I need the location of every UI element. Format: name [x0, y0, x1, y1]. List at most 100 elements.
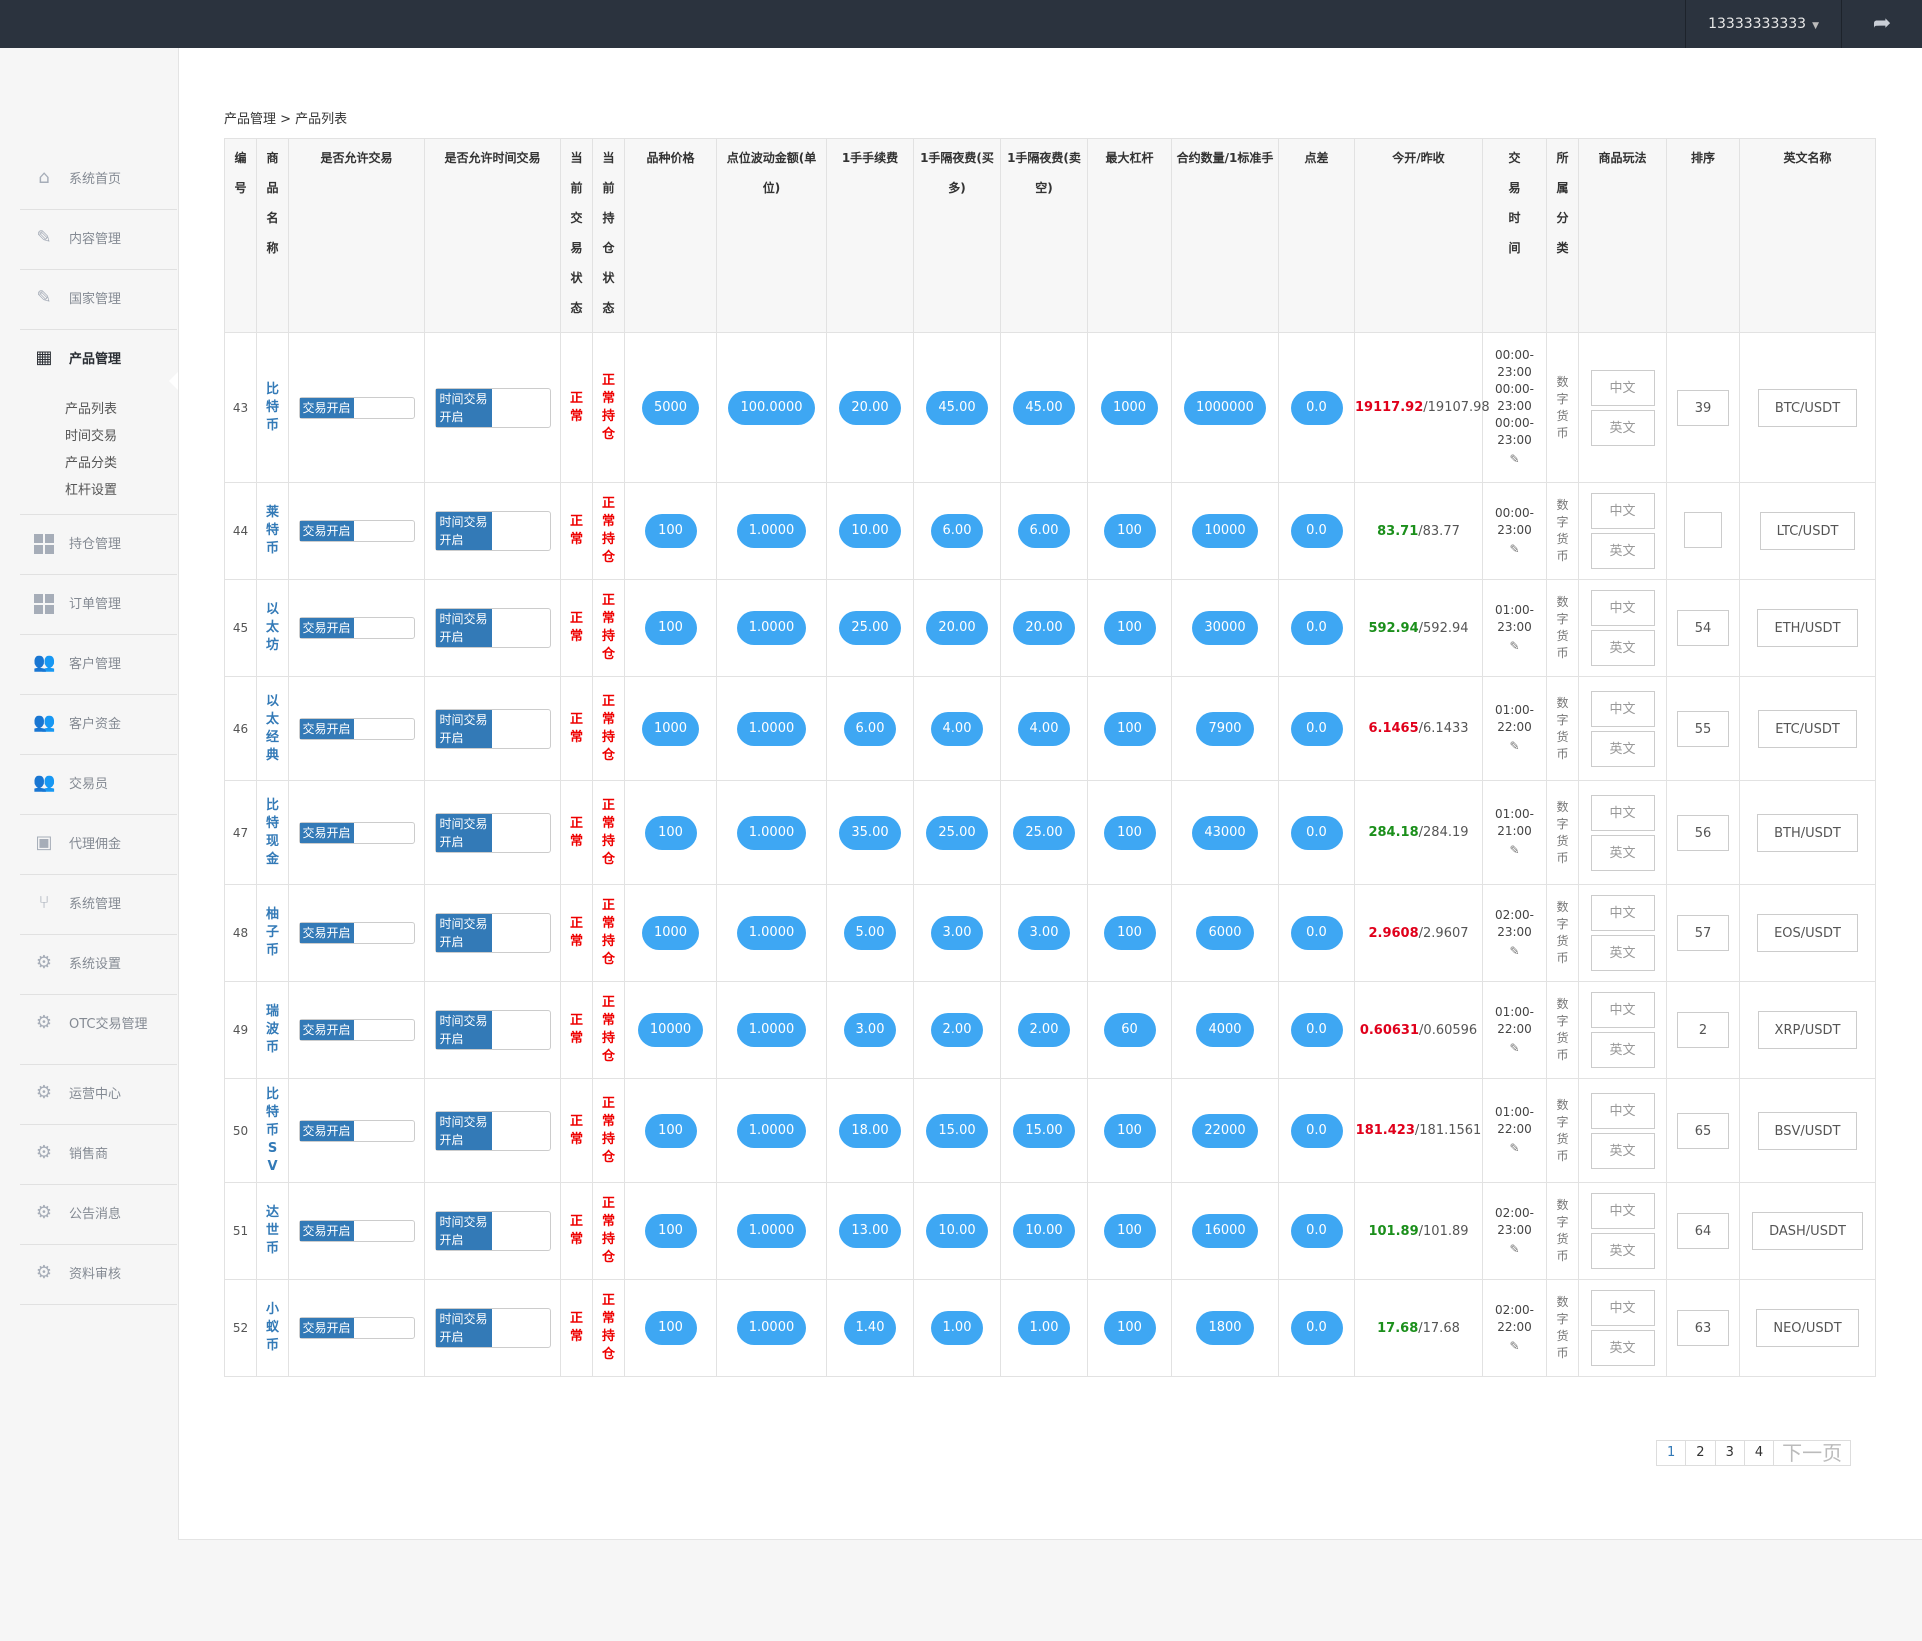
- english-name-input[interactable]: XRP/USDT: [1757, 1011, 1858, 1049]
- trade-toggle[interactable]: 交易开启: [298, 396, 415, 419]
- sell-fee-pill[interactable]: 4.00: [1017, 711, 1071, 746]
- trade-toggle[interactable]: 交易开启: [298, 1119, 415, 1142]
- spread-pill[interactable]: 0.0: [1290, 1013, 1343, 1047]
- price-pill[interactable]: 1000: [641, 916, 700, 950]
- buy-fee-pill[interactable]: 10.00: [926, 1214, 988, 1248]
- lang-cn-button[interactable]: 中文: [1590, 493, 1655, 529]
- trade-toggle[interactable]: 交易开启: [298, 821, 415, 844]
- sidebar-item[interactable]: ✎ 国家管理: [20, 270, 177, 330]
- sidebar-subitem[interactable]: 时间交易: [20, 423, 177, 450]
- english-name-input[interactable]: BSV/USDT: [1757, 1111, 1858, 1150]
- sidebar-subitem[interactable]: 杠杆设置: [20, 477, 177, 504]
- spread-pill[interactable]: 0.0: [1290, 916, 1343, 950]
- leverage-pill[interactable]: 100: [1103, 611, 1156, 645]
- price-pill[interactable]: 10000: [637, 1013, 704, 1047]
- tick-pill[interactable]: 1.0000: [736, 1311, 807, 1345]
- sort-input[interactable]: 63: [1677, 1310, 1729, 1346]
- buy-fee-pill[interactable]: 25.00: [926, 815, 988, 850]
- fee-pill[interactable]: 35.00: [839, 815, 901, 850]
- quantity-pill[interactable]: 6000: [1196, 916, 1254, 950]
- lang-en-button[interactable]: 英文: [1590, 630, 1655, 666]
- lang-en-button[interactable]: 英文: [1590, 730, 1655, 767]
- pencil-icon[interactable]: ✎: [1483, 842, 1546, 859]
- time-trade-toggle[interactable]: 时间交易开启: [434, 387, 551, 428]
- fee-pill[interactable]: 25.00: [839, 611, 901, 645]
- quantity-pill[interactable]: 7900: [1196, 711, 1254, 746]
- sort-input[interactable]: 57: [1677, 915, 1729, 951]
- fee-pill[interactable]: 6.00: [843, 711, 897, 746]
- sidebar-item[interactable]: 持仓管理: [20, 515, 177, 575]
- english-name-input[interactable]: BTC/USDT: [1757, 388, 1858, 427]
- sidebar-subitem[interactable]: 产品分类: [20, 450, 177, 477]
- leverage-pill[interactable]: 1000: [1100, 390, 1159, 425]
- fee-pill[interactable]: 13.00: [839, 1214, 901, 1248]
- pencil-icon[interactable]: ✎: [1483, 1140, 1546, 1157]
- lang-cn-button[interactable]: 中文: [1590, 1092, 1655, 1129]
- time-trade-toggle[interactable]: 时间交易开启: [434, 913, 551, 953]
- lang-cn-button[interactable]: 中文: [1590, 895, 1655, 931]
- buy-fee-pill[interactable]: 20.00: [926, 611, 988, 645]
- price-pill[interactable]: 1000: [641, 711, 700, 746]
- english-name-input[interactable]: LTC/USDT: [1759, 512, 1856, 550]
- leverage-pill[interactable]: 60: [1103, 1013, 1156, 1047]
- leverage-pill[interactable]: 100: [1103, 514, 1156, 548]
- english-name-input[interactable]: ETH/USDT: [1757, 609, 1858, 647]
- price-pill[interactable]: 100: [644, 514, 697, 548]
- fee-pill[interactable]: 20.00: [839, 390, 901, 425]
- price-pill[interactable]: 5000: [641, 390, 700, 425]
- spread-pill[interactable]: 0.0: [1290, 514, 1343, 548]
- sort-input[interactable]: 55: [1677, 710, 1729, 747]
- lang-cn-button[interactable]: 中文: [1590, 369, 1655, 406]
- sidebar-item[interactable]: ▦ 产品管理: [20, 330, 177, 390]
- lang-cn-button[interactable]: 中文: [1590, 690, 1655, 727]
- pencil-icon[interactable]: ✎: [1483, 541, 1546, 558]
- buy-fee-pill[interactable]: 6.00: [930, 514, 984, 548]
- lang-en-button[interactable]: 英文: [1590, 1132, 1655, 1169]
- trade-toggle[interactable]: 交易开启: [298, 617, 415, 639]
- product-name-link[interactable]: 柚子币: [266, 906, 279, 960]
- trade-toggle[interactable]: 交易开启: [298, 1317, 415, 1339]
- buy-fee-pill[interactable]: 4.00: [930, 711, 984, 746]
- time-trade-toggle[interactable]: 时间交易开启: [434, 1211, 551, 1251]
- english-name-input[interactable]: BTH/USDT: [1757, 813, 1858, 852]
- tick-pill[interactable]: 1.0000: [736, 1013, 807, 1047]
- quantity-pill[interactable]: 1000000: [1184, 390, 1266, 425]
- page-link[interactable]: 3: [1716, 1441, 1745, 1465]
- buy-fee-pill[interactable]: 1.00: [930, 1311, 984, 1345]
- lang-cn-button[interactable]: 中文: [1590, 1290, 1655, 1326]
- buy-fee-pill[interactable]: 2.00: [930, 1013, 984, 1047]
- fee-pill[interactable]: 10.00: [839, 514, 901, 548]
- time-trade-toggle[interactable]: 时间交易开启: [434, 1110, 551, 1151]
- spread-pill[interactable]: 0.0: [1290, 1113, 1343, 1148]
- quantity-pill[interactable]: 1800: [1196, 1311, 1254, 1345]
- trade-toggle[interactable]: 交易开启: [298, 520, 415, 542]
- fee-pill[interactable]: 1.40: [843, 1311, 897, 1345]
- fee-pill[interactable]: 5.00: [843, 916, 897, 950]
- sidebar-item[interactable]: ✎ 内容管理: [20, 210, 177, 270]
- trade-toggle[interactable]: 交易开启: [298, 1019, 415, 1041]
- sort-input[interactable]: 39: [1677, 389, 1729, 426]
- price-pill[interactable]: 100: [644, 1311, 697, 1345]
- share-arrow-icon[interactable]: ➦: [1842, 0, 1922, 48]
- lang-en-button[interactable]: 英文: [1590, 409, 1655, 446]
- product-name-link[interactable]: 比特币: [266, 381, 279, 435]
- lang-en-button[interactable]: 英文: [1590, 1032, 1655, 1068]
- sort-input[interactable]: [1684, 511, 1722, 548]
- lang-en-button[interactable]: 英文: [1590, 935, 1655, 971]
- fee-pill[interactable]: 18.00: [839, 1113, 901, 1148]
- sidebar-item[interactable]: ⚙ 销售商: [20, 1125, 177, 1185]
- sell-fee-pill[interactable]: 6.00: [1017, 514, 1071, 548]
- lang-cn-button[interactable]: 中文: [1590, 992, 1655, 1028]
- english-name-input[interactable]: DASH/USDT: [1752, 1212, 1863, 1250]
- product-name-link[interactable]: 以太经典: [266, 693, 279, 765]
- sidebar-item[interactable]: ⌂ 系统首页: [20, 150, 177, 210]
- pencil-icon[interactable]: ✎: [1483, 638, 1546, 655]
- tick-pill[interactable]: 1.0000: [736, 1113, 807, 1148]
- price-pill[interactable]: 100: [644, 815, 697, 850]
- pencil-icon[interactable]: ✎: [1483, 943, 1546, 960]
- sell-fee-pill[interactable]: 10.00: [1013, 1214, 1075, 1248]
- sort-input[interactable]: 2: [1677, 1012, 1729, 1048]
- lang-cn-button[interactable]: 中文: [1590, 1193, 1655, 1229]
- product-name-link[interactable]: 达世币: [266, 1204, 279, 1258]
- page-link[interactable]: 2: [1686, 1441, 1716, 1465]
